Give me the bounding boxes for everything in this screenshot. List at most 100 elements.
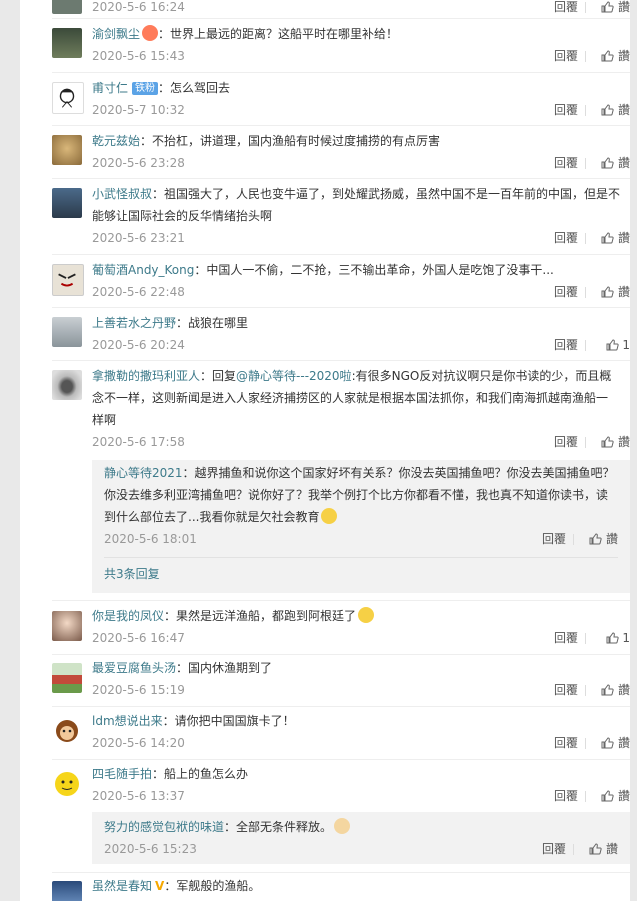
username-link[interactable]: 甫寸仁 <box>92 81 128 95</box>
more-replies-link[interactable]: 共3条回复 <box>104 567 160 581</box>
like-button[interactable]: 1 <box>606 627 630 649</box>
username-link[interactable]: 乾元兹始 <box>92 134 140 148</box>
reply-button[interactable]: 回覆 <box>554 99 578 121</box>
divider <box>585 158 586 169</box>
username-link[interactable]: 四毛随手拍 <box>92 767 152 781</box>
avatar[interactable] <box>52 769 82 799</box>
comment-time: 2020-5-6 16:24 <box>92 0 185 14</box>
like-button[interactable]: 讚 <box>601 732 630 754</box>
reply-button[interactable]: 回覆 <box>554 152 578 174</box>
avatar-face-icon <box>58 273 76 287</box>
avatar-face-icon <box>59 88 75 108</box>
reply-button[interactable]: 回覆 <box>554 627 578 649</box>
thumbs-up-icon <box>589 843 602 855</box>
reply-button[interactable]: 回覆 <box>554 785 578 807</box>
avatar-monkey-icon <box>56 720 78 742</box>
comment-time: 2020-5-6 15:43 <box>92 49 185 63</box>
cat-emoji-icon <box>334 818 351 834</box>
avatar[interactable] <box>52 82 84 114</box>
like-button[interactable]: 讚 <box>601 45 630 67</box>
comment-time: 2020-5-6 20:24 <box>92 338 185 352</box>
comment-text: ：世界上最远的距离？这船平时在哪里补给！ <box>158 27 399 41</box>
like-button[interactable]: 讚 <box>601 679 630 701</box>
like-button[interactable]: 讚 <box>601 152 630 174</box>
comment-item: 渝剑飘尘 ：世界上最远的距离？这船平时在哪里补给！ 2020-5-6 15:43 … <box>52 18 630 73</box>
like-button[interactable]: 讚 <box>601 0 630 18</box>
avatar[interactable] <box>52 188 82 218</box>
fan-badge: 铁粉 <box>132 82 159 95</box>
username-link[interactable]: 小武怪叔叔 <box>92 187 152 201</box>
like-button[interactable]: 讚 <box>601 99 630 121</box>
like-button[interactable]: 1 <box>606 334 630 356</box>
avatar[interactable] <box>52 135 82 165</box>
reply-button[interactable]: 回覆 <box>554 431 578 453</box>
comment-time: 2020-5-6 13:37 <box>92 789 185 803</box>
thumbs-up-icon <box>601 436 614 448</box>
avatar[interactable] <box>52 881 82 901</box>
thumbs-up-icon <box>601 684 614 696</box>
mention-link[interactable]: @静心等待---2020啦 <box>236 369 352 383</box>
like-button[interactable]: 讚 <box>601 431 630 453</box>
comment-time: 2020-5-6 15:23 <box>104 842 197 856</box>
comment-text: ：中国人一不偷，二不抢，三不输出革命，外国人是吃饱了没事干... <box>194 263 554 277</box>
username-link[interactable]: 上善若水之丹野 <box>92 316 176 330</box>
comment-item: 最爱豆腐鱼头汤：国内休渔期到了 2020-5-6 15:19 回覆 讚 <box>52 653 630 707</box>
avatar[interactable] <box>52 317 82 347</box>
avatar[interactable] <box>52 663 82 693</box>
reply-button[interactable]: 回覆 <box>542 838 566 860</box>
avatar[interactable] <box>52 611 82 641</box>
reply-button[interactable]: 回覆 <box>554 281 578 303</box>
comment-text: ：军舰般的渔船。 <box>164 879 261 893</box>
divider <box>585 437 586 448</box>
reply-button[interactable]: 回覆 <box>554 0 578 18</box>
laugh-emoji-icon <box>358 607 375 623</box>
comment-time: 2020-5-6 23:21 <box>92 231 185 245</box>
reply-button[interactable]: 回覆 <box>554 227 578 249</box>
comment-item: ldm想说出来：请你把中国国旗卡了！ 2020-5-6 14:20 回覆 讚 <box>52 706 630 760</box>
comment-item: 虽然是春知 V：军舰般的渔船。 <box>52 872 630 901</box>
like-button[interactable]: 讚 <box>589 838 618 860</box>
username-link[interactable]: 静心等待2021 <box>104 466 183 480</box>
divider <box>573 534 574 545</box>
username-link[interactable]: 努力的感觉包袱的味道 <box>104 820 224 834</box>
thumbs-up-icon <box>601 737 614 749</box>
username-link[interactable]: 你是我的凤仪 <box>92 609 164 623</box>
avatar[interactable] <box>52 264 84 296</box>
username-link[interactable]: 渝剑飘尘 <box>92 27 140 41</box>
smile-emoji-icon <box>321 508 338 524</box>
avatar[interactable] <box>52 28 82 58</box>
username-link[interactable]: 拿撒勒的撒玛利亚人 <box>92 369 200 383</box>
reply-button[interactable]: 回覆 <box>542 528 566 550</box>
comment-item: 乾元兹始：不抬杠，讲道理，国内渔船有时候过度捕捞的有点厉害 2020-5-6 2… <box>52 125 630 179</box>
avatar[interactable] <box>52 0 82 14</box>
username-link[interactable]: 最爱豆腐鱼头汤 <box>92 661 176 675</box>
username-link[interactable]: 虽然是春知 <box>92 879 152 893</box>
comment-time: 2020-5-6 16:47 <box>92 631 185 645</box>
like-button[interactable]: 讚 <box>589 528 618 550</box>
like-count: 1 <box>622 631 630 645</box>
comment-text: ：请你把中国国旗卡了！ <box>162 714 295 728</box>
avatar[interactable] <box>52 716 82 746</box>
thumbs-up-icon <box>601 157 614 169</box>
thumbs-up-icon <box>601 286 614 298</box>
like-button[interactable]: 讚 <box>601 227 630 249</box>
like-button[interactable]: 讚 <box>601 785 630 807</box>
reply-button[interactable]: 回覆 <box>554 334 578 356</box>
reply-button[interactable]: 回覆 <box>554 679 578 701</box>
comment-item: 小武怪叔叔：祖国强大了，人民也变牛逼了，到处耀武扬威，虽然中国不是一百年前的中国… <box>52 178 630 255</box>
comment-time: 2020-5-6 23:28 <box>92 156 185 170</box>
comment-text: ：回复 <box>200 369 237 383</box>
comment-text: ：全部无条件释放。 <box>224 820 333 834</box>
username-link[interactable]: 葡萄酒Andy_Kong <box>92 263 194 277</box>
divider <box>585 233 586 244</box>
reply-button[interactable]: 回覆 <box>554 732 578 754</box>
divider <box>585 51 586 62</box>
divider <box>585 2 586 13</box>
like-button[interactable]: 讚 <box>601 281 630 303</box>
comment-item: 甫寸仁 铁粉 ：怎么驾回去 2020-5-7 10:32 回覆 讚 <box>52 72 630 126</box>
username-link[interactable]: ldm想说出来 <box>92 714 163 728</box>
thumbs-up-icon <box>601 104 614 116</box>
avatar[interactable] <box>52 370 82 400</box>
reply-button[interactable]: 回覆 <box>554 45 578 67</box>
thumbs-up-icon <box>606 339 620 351</box>
